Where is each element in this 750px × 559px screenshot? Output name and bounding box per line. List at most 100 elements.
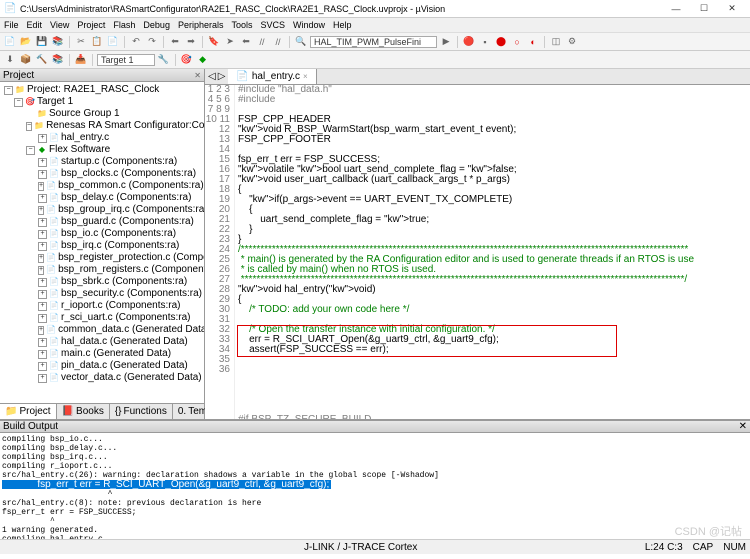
- build-output-body[interactable]: compiling bsp_io.c... compiling bsp_dela…: [0, 433, 750, 539]
- nav-back-icon[interactable]: ⬅: [168, 35, 182, 49]
- tab-nav-left-icon[interactable]: ◁: [208, 71, 216, 82]
- tree-file[interactable]: +📄pin_data.c (Generated Data): [2, 360, 202, 372]
- nav-fwd-icon[interactable]: ➡: [184, 35, 198, 49]
- project-panel-title: Project: [3, 70, 34, 81]
- toolbar-main: 📄 📂 💾 📚 ✂ 📋 📄 ↶ ↷ ⬅ ➡ 🔖 ➤ ⬅ // // 🔍 HAL_…: [0, 33, 750, 51]
- close-button[interactable]: ✕: [718, 1, 746, 17]
- menubar: File Edit View Project Flash Debug Perip…: [0, 18, 750, 33]
- comment-icon[interactable]: //: [255, 35, 269, 49]
- status-cap: CAP: [693, 542, 714, 553]
- code-body[interactable]: #include "hal_data.h" #include FSP_CPP_H…: [235, 85, 750, 419]
- editor-tab-halentry[interactable]: 📄hal_entry.c×: [228, 69, 316, 84]
- translate-icon[interactable]: ⬇: [3, 53, 17, 67]
- tree-file[interactable]: +📄startup.c (Components:ra): [2, 156, 202, 168]
- code-editor[interactable]: 1 2 3 4 5 6 7 8 9 10 11 12 13 14 15 16 1…: [205, 85, 750, 419]
- indent-icon[interactable]: ➤: [223, 35, 237, 49]
- tree-file[interactable]: +📄bsp_io.c (Components:ra): [2, 228, 202, 240]
- project-tree[interactable]: −📁Project: RA2E1_RASC_Clock −🎯Target 1 📁…: [0, 82, 204, 403]
- rte-icon[interactable]: ◆: [196, 53, 210, 67]
- status-jlink: J-LINK / J-TRACE Cortex: [304, 542, 417, 553]
- tree-file[interactable]: +📄bsp_clocks.c (Components:ra): [2, 168, 202, 180]
- tree-target[interactable]: −🎯Target 1: [2, 96, 202, 108]
- menu-window[interactable]: Window: [293, 20, 325, 30]
- panel-close-icon[interactable]: ✕: [194, 71, 201, 80]
- options-icon[interactable]: 🔧: [157, 53, 171, 67]
- find-combo[interactable]: HAL_TIM_PWM_PulseFini: [310, 36, 437, 48]
- copy-icon[interactable]: 📋: [90, 35, 104, 49]
- breakpoint2-icon[interactable]: ○: [510, 35, 524, 49]
- tree-file[interactable]: +📄bsp_sbrk.c (Components:ra): [2, 276, 202, 288]
- menu-help[interactable]: Help: [333, 20, 352, 30]
- find-icon[interactable]: 🔍: [294, 35, 308, 49]
- bookmark-icon[interactable]: 🔖: [207, 35, 221, 49]
- tree-halentry[interactable]: +📄hal_entry.c: [2, 132, 202, 144]
- app-icon: 📄: [4, 3, 16, 15]
- tree-renesas[interactable]: −📁Renesas RA Smart Configurator:Common S…: [2, 120, 202, 132]
- tree-file[interactable]: +📄hal_data.c (Generated Data): [2, 336, 202, 348]
- tab-functions[interactable]: {}Functions: [110, 404, 173, 419]
- new-file-icon[interactable]: 📄: [3, 35, 17, 49]
- titlebar: 📄 C:\Users\Administrator\RASmartConfigur…: [0, 0, 750, 18]
- menu-file[interactable]: File: [4, 20, 19, 30]
- menu-tools[interactable]: Tools: [231, 20, 252, 30]
- highlight-box: [237, 325, 617, 357]
- tree-file[interactable]: +📄r_ioport.c (Components:ra): [2, 300, 202, 312]
- batch-build-icon[interactable]: 📚: [51, 53, 65, 67]
- tree-file[interactable]: +📄bsp_rom_registers.c (Components:ra): [2, 264, 202, 276]
- tree-file[interactable]: +📄vector_data.c (Generated Data): [2, 372, 202, 384]
- redo-icon[interactable]: ↷: [145, 35, 159, 49]
- paste-icon[interactable]: 📄: [106, 35, 120, 49]
- tree-file[interactable]: +📄main.c (Generated Data): [2, 348, 202, 360]
- tree-file[interactable]: +📄common_data.c (Generated Data): [2, 324, 202, 336]
- editor-area: ◁▷ 📄hal_entry.c× 1 2 3 4 5 6 7 8 9 10 11…: [205, 69, 750, 419]
- tree-root[interactable]: −📁Project: RA2E1_RASC_Clock: [2, 84, 202, 96]
- manage-icon[interactable]: 🎯: [180, 53, 194, 67]
- breakpoint3-icon[interactable]: ◐: [526, 35, 540, 49]
- cut-icon[interactable]: ✂: [74, 35, 88, 49]
- window-icon[interactable]: ◫: [549, 35, 563, 49]
- tab-nav-right-icon[interactable]: ▷: [218, 71, 226, 82]
- tab-books[interactable]: 📕Books: [57, 404, 110, 419]
- find-next-icon[interactable]: ▶: [439, 35, 453, 49]
- stop-icon[interactable]: ▪: [478, 35, 492, 49]
- tree-file[interactable]: +📄bsp_register_protection.c (Components:…: [2, 252, 202, 264]
- download-icon[interactable]: 📥: [74, 53, 88, 67]
- target-select[interactable]: Target 1: [97, 54, 155, 66]
- toolbar-build: ⬇ 📦 🔨 📚 📥 Target 1 🔧 🎯 ◆: [0, 51, 750, 69]
- config-icon[interactable]: ⚙: [565, 35, 579, 49]
- tree-file[interactable]: +📄bsp_guard.c (Components:ra): [2, 216, 202, 228]
- uncomment-icon[interactable]: //: [271, 35, 285, 49]
- build-icon[interactable]: 📦: [19, 53, 33, 67]
- menu-project[interactable]: Project: [77, 20, 105, 30]
- menu-edit[interactable]: Edit: [27, 20, 43, 30]
- tree-file[interactable]: +📄bsp_security.c (Components:ra): [2, 288, 202, 300]
- minimize-button[interactable]: —: [662, 1, 690, 17]
- debug-icon[interactable]: 🔴: [462, 35, 476, 49]
- breakpoint-icon[interactable]: ⬤: [494, 35, 508, 49]
- project-tabs: 📁Project 📕Books {}Functions 0.Templates: [0, 403, 204, 419]
- tree-file[interactable]: +📄bsp_irq.c (Components:ra): [2, 240, 202, 252]
- menu-view[interactable]: View: [50, 20, 69, 30]
- tree-sourcegroup[interactable]: 📁Source Group 1: [2, 108, 202, 120]
- tree-file[interactable]: +📄r_sci_uart.c (Components:ra): [2, 312, 202, 324]
- maximize-button[interactable]: ☐: [690, 1, 718, 17]
- tab-project[interactable]: 📁Project: [0, 404, 57, 419]
- tree-file[interactable]: +📄bsp_group_irq.c (Components:ra): [2, 204, 202, 216]
- menu-debug[interactable]: Debug: [143, 20, 170, 30]
- tab-close-icon[interactable]: ×: [303, 72, 308, 81]
- undo-icon[interactable]: ↶: [129, 35, 143, 49]
- rebuild-icon[interactable]: 🔨: [35, 53, 49, 67]
- menu-flash[interactable]: Flash: [113, 20, 135, 30]
- project-panel-header: Project ✕: [0, 69, 204, 82]
- menu-peripherals[interactable]: Peripherals: [178, 20, 224, 30]
- tree-file[interactable]: +📄bsp_common.c (Components:ra): [2, 180, 202, 192]
- tree-flex[interactable]: −◆Flex Software: [2, 144, 202, 156]
- menu-svcs[interactable]: SVCS: [261, 20, 286, 30]
- line-gutter: 1 2 3 4 5 6 7 8 9 10 11 12 13 14 15 16 1…: [205, 85, 235, 419]
- build-close-icon[interactable]: ✕: [739, 421, 747, 432]
- save-icon[interactable]: 💾: [35, 35, 49, 49]
- outdent-icon[interactable]: ⬅: [239, 35, 253, 49]
- save-all-icon[interactable]: 📚: [51, 35, 65, 49]
- tree-file[interactable]: +📄bsp_delay.c (Components:ra): [2, 192, 202, 204]
- open-file-icon[interactable]: 📂: [19, 35, 33, 49]
